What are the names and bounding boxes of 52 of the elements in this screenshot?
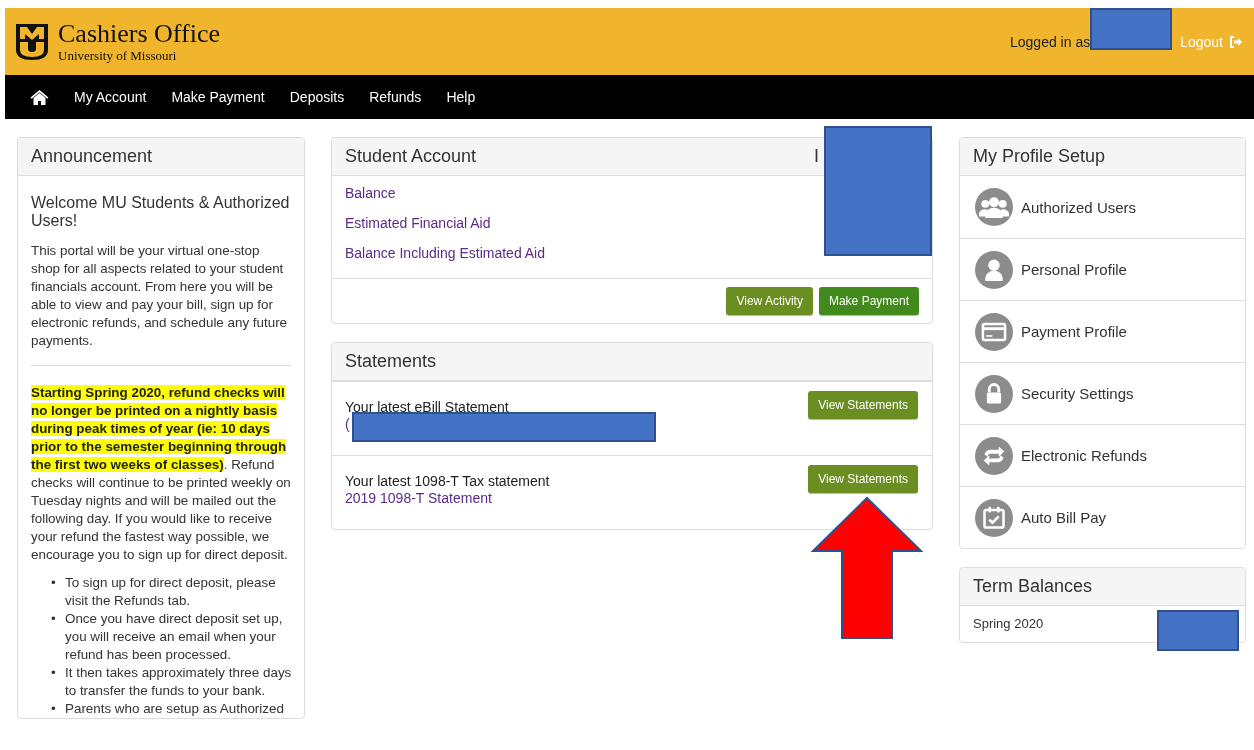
profile-menu-item[interactable]: Payment Profile	[960, 300, 1245, 362]
account-link[interactable]: Balance Including Estimated Aid	[345, 244, 545, 263]
bullet-marker: •	[51, 610, 57, 628]
term-label: Spring 2020	[973, 616, 1044, 631]
panel-title: My Profile Setup	[973, 146, 1106, 167]
statement-link[interactable]: 2019 1098-T Statement	[345, 490, 492, 507]
statement-label: Your latest eBill Statement	[345, 399, 509, 416]
bullet-marker: •	[51, 700, 57, 718]
exchange-arrows-icon	[975, 436, 1013, 475]
panel-title: Term Balances	[973, 576, 1093, 597]
site-subtitle: University of Missouri	[58, 47, 178, 64]
account-link[interactable]: Balance	[345, 184, 396, 203]
profile-menu-item[interactable]: Security Settings	[960, 362, 1245, 424]
action-button[interactable]: Make Payment	[818, 287, 919, 315]
nav-link[interactable]: Make Payment	[171, 89, 265, 105]
column-heading: I	[814, 146, 819, 167]
statement-label: Your latest 1098-T Tax statement	[345, 473, 550, 490]
sign-out-icon	[1229, 35, 1242, 48]
credit-card-icon	[975, 312, 1013, 351]
lock-icon	[975, 374, 1013, 413]
refund-notice-paragraph: Starting Spring 2020, refund checks will no longer be printed on a nightly basis during peak times of year (ie: 10 days prior to the semester beginning through the first two weeks of classes). Refund checks will continue to be printed weekly on Tuesday nights and will be mailed out the following day. If you would like to receive your refund the fastest way possible, we encourage you to sign up for direct deposit.	[31, 384, 291, 564]
profile-menu-item[interactable]: Personal Profile	[960, 238, 1245, 300]
people-icon	[975, 188, 1013, 226]
bullet-item: To sign up for direct deposit, please visit the Refunds tab.	[65, 574, 277, 610]
view-statements-button[interactable]: View Statements	[808, 465, 918, 493]
site-title: Cashiers Office	[58, 19, 220, 48]
panel-title: Statements	[345, 351, 437, 372]
profile-menu-item[interactable]: Authorized Users	[960, 176, 1245, 238]
nav-link[interactable]: My Account	[74, 89, 147, 105]
bullet-item: Parents who are setup as Authorized	[65, 700, 285, 718]
action-button[interactable]: View Activity	[726, 287, 813, 315]
intro-paragraph: This portal will be your virtual one-stop shop for all aspects related to your student financials account. From here you will be able to view and pay your bill, sign up for electronic refunds, and schedule any future payments.	[31, 242, 289, 350]
profile-menu-item[interactable]: Electronic Refunds	[960, 424, 1245, 486]
bullet-item: It then takes approximately three days to transfer the funds to your bank.	[65, 664, 293, 700]
logged-in-label: Logged in as	[1010, 33, 1091, 50]
account-link[interactable]: Estimated Financial Aid	[345, 214, 491, 233]
panel-title: Announcement	[31, 146, 153, 167]
person-icon	[975, 250, 1013, 289]
shield-logo-icon	[15, 22, 49, 61]
nav-link[interactable]: Help	[446, 89, 476, 105]
bullet-marker: •	[51, 574, 57, 592]
bullet-marker: •	[51, 664, 57, 682]
statement-link[interactable]: (	[345, 416, 350, 433]
welcome-heading: Welcome MU Students & Authorized Users!	[31, 194, 291, 230]
calendar-check-icon	[975, 498, 1013, 537]
view-statements-button[interactable]: View Statements	[808, 391, 918, 419]
panel-title: Student Account	[345, 146, 477, 167]
bullet-item: Once you have direct deposit set up, you will receive an email when your refund has been processed.	[65, 610, 284, 664]
nav-link[interactable]: Deposits	[289, 89, 345, 105]
nav-link[interactable]: Refunds	[369, 89, 422, 105]
profile-menu-item[interactable]: Auto Bill Pay	[960, 486, 1245, 548]
home-icon[interactable]	[30, 89, 49, 105]
